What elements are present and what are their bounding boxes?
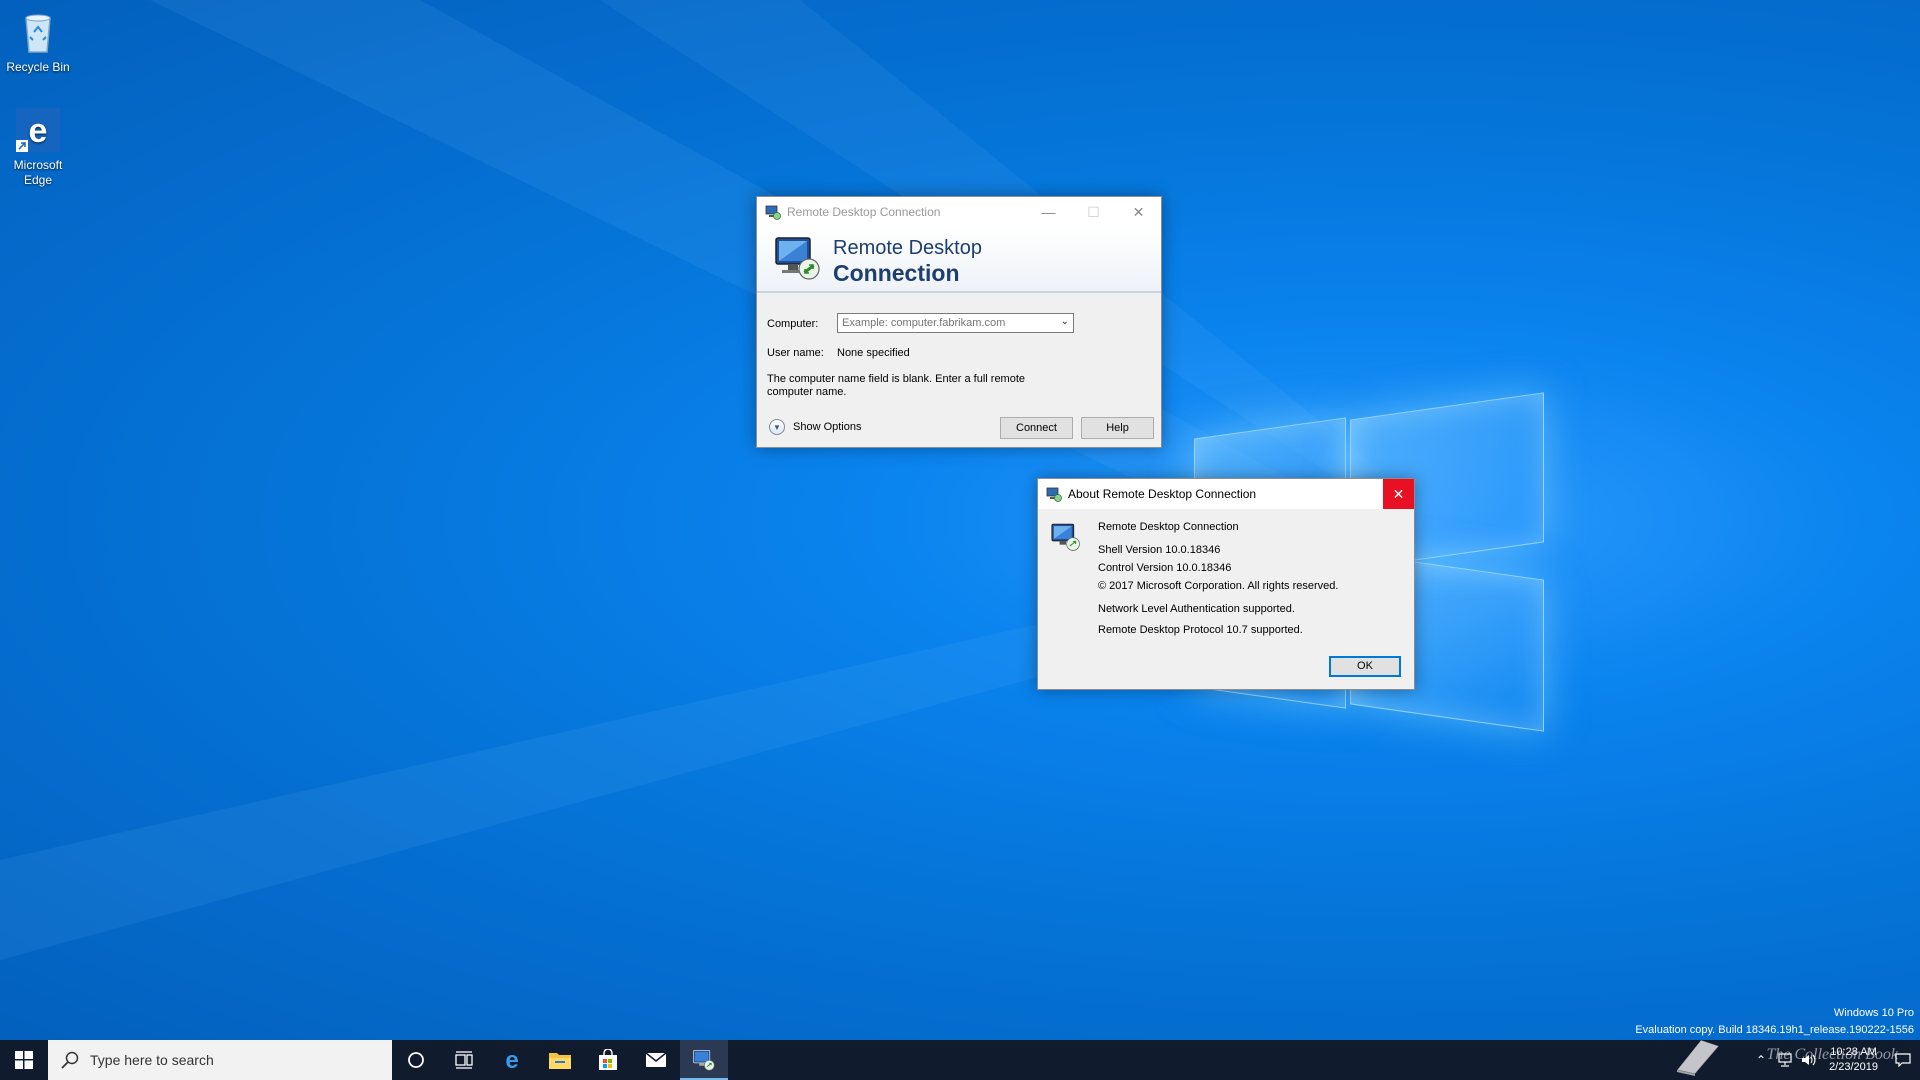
rdc-window: Remote Desktop Connection — ☐ ✕ Remote D…	[756, 196, 1162, 448]
volume-icon	[1802, 1054, 1816, 1066]
taskbar: Type here to search e	[0, 1040, 1920, 1080]
taskbar-mail[interactable]	[632, 1040, 680, 1080]
about-app-name: Remote Desktop Connection	[1098, 521, 1239, 533]
search-icon	[61, 1051, 79, 1069]
edge-icon: e	[14, 106, 62, 154]
action-center-button[interactable]	[1886, 1040, 1920, 1080]
search-placeholder: Type here to search	[90, 1052, 214, 1068]
notification-icon	[1895, 1053, 1911, 1067]
taskbar-remote-desktop[interactable]	[680, 1040, 728, 1080]
minimize-button[interactable]: —	[1026, 197, 1071, 227]
show-hidden-icons-button[interactable]: ⌃	[1749, 1040, 1773, 1080]
about-control-version: Control Version 10.0.18346	[1098, 562, 1232, 574]
rdc-title: Remote Desktop Connection	[787, 205, 941, 219]
desktop-icon-edge[interactable]: e Microsoft Edge	[0, 106, 76, 188]
banner-title-line1: Remote Desktop	[833, 237, 982, 259]
about-protocol: Remote Desktop Protocol 10.7 supported.	[1098, 624, 1303, 636]
computer-input[interactable]	[838, 314, 1056, 332]
ok-button[interactable]: OK	[1329, 656, 1401, 677]
rdc-titlebar[interactable]: Remote Desktop Connection — ☐ ✕	[757, 197, 1161, 227]
about-copyright: © 2017 Microsoft Corporation. All rights…	[1098, 580, 1339, 592]
cortana-button[interactable]	[392, 1040, 440, 1080]
chevron-down-icon[interactable]: ⌄	[1061, 316, 1069, 327]
remote-desktop-logo-icon	[775, 237, 820, 280]
taskbar-store[interactable]	[584, 1040, 632, 1080]
expand-chevron-icon: ▼	[769, 419, 785, 435]
svg-text:e: e	[505, 1048, 518, 1072]
about-nla: Network Level Authentication supported.	[1098, 603, 1295, 615]
rdc-banner: Remote Desktop Connection	[757, 227, 1161, 293]
watermark-edition: Windows 10 Pro	[1833, 1007, 1914, 1019]
desktop-icon-label: Microsoft Edge	[13, 158, 63, 187]
username-value: None specified	[837, 347, 910, 359]
about-shell-version: Shell Version 10.0.18346	[1098, 544, 1221, 556]
svg-text:e: e	[29, 112, 48, 150]
book-logo-icon	[1676, 1039, 1720, 1076]
about-titlebar[interactable]: About Remote Desktop Connection ✕	[1038, 479, 1414, 509]
task-view-button[interactable]	[440, 1040, 488, 1080]
network-button[interactable]	[1773, 1040, 1797, 1080]
show-options-label: Show Options	[793, 421, 862, 433]
network-icon	[1778, 1053, 1792, 1067]
connect-button[interactable]: Connect	[1000, 417, 1073, 439]
desktop-icon-label: Recycle Bin	[6, 60, 70, 74]
clock-time: 10:28 AM	[1830, 1046, 1877, 1058]
remote-desktop-logo-icon	[1051, 523, 1080, 551]
start-button[interactable]	[0, 1040, 48, 1080]
banner-title-line2: Connection	[833, 260, 960, 286]
file-explorer-icon	[549, 1053, 571, 1069]
computer-label: Computer:	[767, 318, 819, 330]
taskbar-clock[interactable]: 10:28 AM 2/23/2019	[1829, 1045, 1878, 1075]
recycle-bin-icon	[14, 8, 62, 56]
taskbar-file-explorer[interactable]	[536, 1040, 584, 1080]
about-close-button[interactable]: ✕	[1383, 479, 1414, 509]
desktop-icon-recycle-bin[interactable]: Recycle Bin	[0, 8, 76, 75]
clock-date: 2/23/2019	[1829, 1061, 1878, 1073]
about-dialog: About Remote Desktop Connection ✕ Remote…	[1037, 478, 1415, 690]
taskbar-search-box[interactable]: Type here to search	[48, 1040, 392, 1080]
about-title: About Remote Desktop Connection	[1068, 487, 1257, 501]
wallpaper-beams	[0, 0, 1400, 960]
close-button[interactable]: ✕	[1116, 197, 1161, 227]
maximize-button[interactable]: ☐	[1071, 197, 1116, 227]
help-button[interactable]: Help	[1081, 417, 1154, 439]
windows-logo-icon	[15, 1051, 33, 1069]
status-message: The computer name field is blank. Enter …	[767, 373, 1026, 398]
username-label: User name:	[767, 347, 824, 359]
close-icon: ✕	[1132, 203, 1145, 220]
volume-button[interactable]	[1797, 1040, 1821, 1080]
maximize-icon: ☐	[1087, 203, 1100, 220]
chevron-up-icon: ⌃	[1756, 1053, 1767, 1067]
close-icon: ✕	[1392, 485, 1405, 502]
taskbar-edge[interactable]: e	[488, 1040, 536, 1080]
remote-desktop-icon	[1046, 487, 1062, 502]
computer-combobox[interactable]: ⌄	[837, 313, 1074, 333]
remote-desktop-icon	[765, 205, 781, 220]
edge-icon: e	[505, 1048, 518, 1072]
system-tray: ⌃ 10:28 AM 2/23/2019	[1749, 1040, 1920, 1080]
minimize-icon: —	[1041, 204, 1056, 220]
remote-desktop-icon	[693, 1050, 715, 1071]
store-icon	[599, 1049, 617, 1070]
desktop: Recycle Bin e Microsoft Edge	[0, 0, 1920, 1040]
task-view-icon	[455, 1051, 473, 1069]
mail-icon	[645, 1052, 667, 1067]
cortana-icon	[408, 1052, 424, 1068]
show-options-toggle[interactable]: ▼ Show Options	[769, 419, 861, 435]
